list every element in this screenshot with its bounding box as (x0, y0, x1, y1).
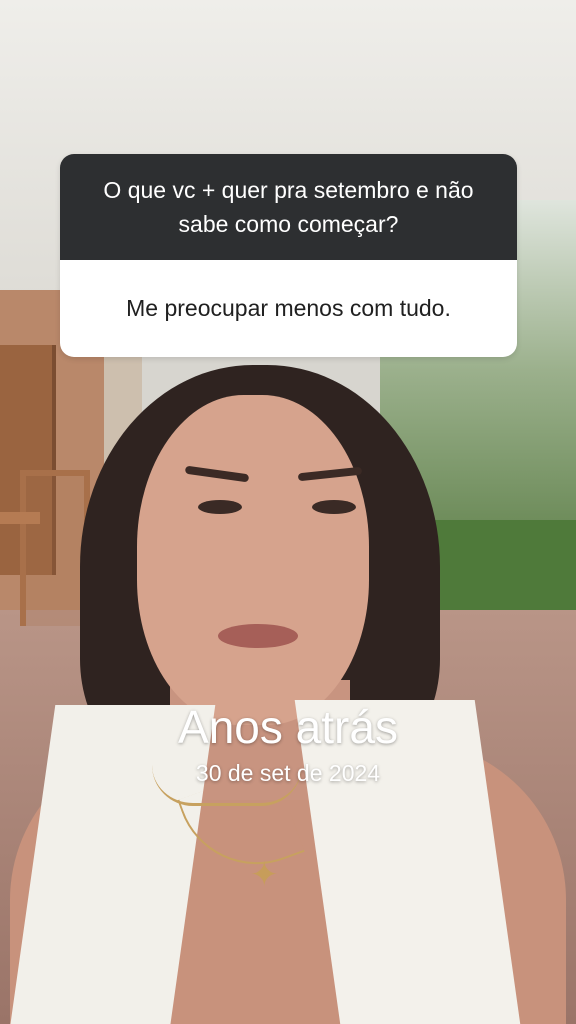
table-edge (0, 512, 40, 524)
star-pendant-icon: ✦ (250, 855, 279, 895)
mouth (218, 624, 298, 648)
answer-text: Me preocupar menos com tudo. (60, 260, 517, 357)
question-sticker[interactable]: O que vc + quer pra setembro e não sabe … (60, 154, 517, 357)
memory-date: 30 de set de 2024 (195, 760, 381, 786)
right-eye (312, 500, 356, 514)
memory-title: Anos atrás (178, 701, 398, 753)
left-eye (198, 500, 242, 514)
face (137, 395, 369, 725)
question-text: O que vc + quer pra setembro e não sabe … (60, 154, 517, 260)
